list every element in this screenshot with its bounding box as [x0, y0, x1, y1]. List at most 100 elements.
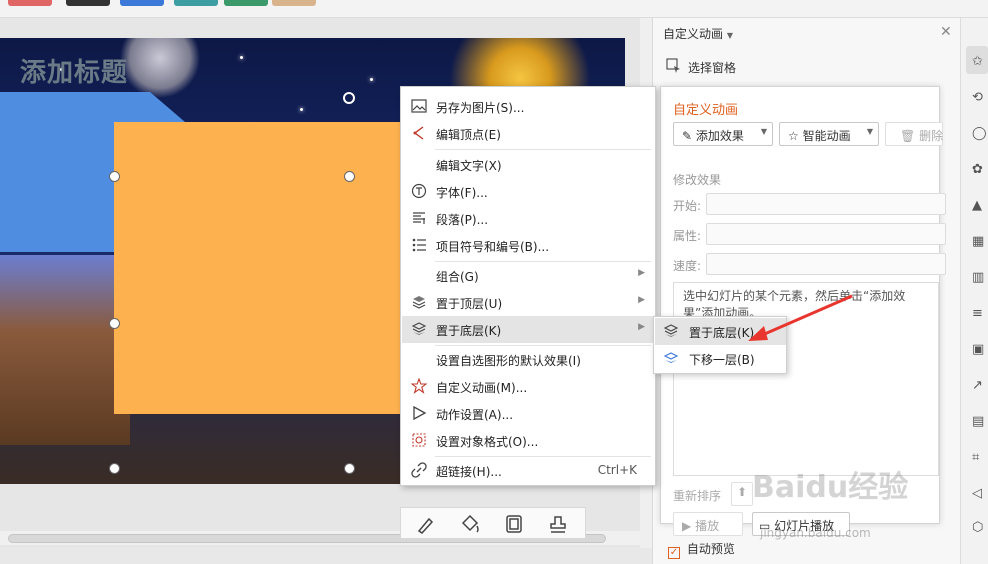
- menu-item-shortcut: Ctrl+K: [597, 463, 637, 477]
- shape-icon[interactable]: ◯: [972, 126, 988, 142]
- selection-pane-icon: [666, 58, 680, 73]
- document-icon[interactable]: ▤: [972, 414, 988, 430]
- format-object-icon: [412, 433, 426, 447]
- menu-item-label: 编辑文字(X): [436, 159, 502, 173]
- chevron-right-icon: ▶: [638, 322, 645, 332]
- move-up-button[interactable]: ⬆: [731, 482, 753, 506]
- panel-title: 自定义动画: [673, 103, 739, 118]
- animation-star-icon[interactable]: ✩: [972, 54, 988, 70]
- transition-icon[interactable]: ⟲: [972, 90, 988, 106]
- chart-icon[interactable]: ▥: [972, 270, 988, 286]
- speaker-icon[interactable]: ◁: [972, 486, 988, 502]
- task-pane-header-label: 自定义动画: [663, 27, 724, 41]
- color-swatch[interactable]: [174, 0, 218, 6]
- menu-item-paragraph[interactable]: 段落(P)...: [402, 205, 655, 232]
- close-icon[interactable]: ✕: [940, 24, 952, 40]
- slide-title-placeholder[interactable]: 添加标题: [20, 52, 128, 89]
- play-label: 播放: [695, 519, 720, 533]
- menu-item-save-as-image[interactable]: 另存为图片(S)...: [402, 93, 655, 120]
- menu-item-bullets-numbering[interactable]: 项目符号和编号(B)...: [402, 232, 655, 259]
- share-icon[interactable]: ↗: [972, 378, 988, 394]
- property-select[interactable]: [706, 223, 946, 245]
- bullets-icon: [412, 238, 426, 252]
- rotate-handle[interactable]: [343, 92, 355, 104]
- menu-item-label: 另存为图片(S)...: [436, 101, 525, 115]
- brush-icon[interactable]: [415, 513, 437, 535]
- color-swatch[interactable]: [66, 0, 110, 6]
- send-backward-icon: [663, 352, 679, 363]
- star-icon: ☆: [788, 129, 799, 143]
- menu-item-set-default-effect[interactable]: 设置自选图形的默认效果(I): [402, 346, 655, 373]
- grid-icon[interactable]: ▦: [972, 234, 988, 250]
- color-swatch[interactable]: [120, 0, 164, 6]
- start-label: 开始:: [673, 199, 702, 213]
- resize-handle[interactable]: [109, 318, 120, 329]
- menu-item-label: 置于底层(K): [436, 324, 502, 338]
- floating-shape-toolbar: [400, 507, 586, 539]
- auto-preview-label: 自动预览: [686, 542, 735, 556]
- color-swatch[interactable]: [8, 0, 52, 6]
- fill-icon[interactable]: ▲: [972, 198, 988, 214]
- style-icon[interactable]: ✿: [972, 162, 988, 178]
- edit-points-icon: [413, 126, 424, 140]
- speed-label: 速度:: [673, 259, 702, 273]
- menu-item-custom-animation[interactable]: 自定义动画(M)...: [402, 373, 655, 400]
- add-effect-label: 添加效果: [695, 129, 744, 143]
- menu-item-label: 编辑顶点(E): [436, 128, 501, 142]
- resize-handle[interactable]: [344, 171, 355, 182]
- menu-item-edit-points[interactable]: 编辑顶点(E): [402, 120, 655, 147]
- menu-item-font[interactable]: 字体(F)...: [402, 178, 655, 205]
- auto-preview-checkbox[interactable]: ✓ 自动预览: [668, 540, 735, 559]
- chevron-down-icon: ▼: [866, 127, 873, 136]
- selection-pane-label: 选择窗格: [688, 61, 737, 75]
- smart-animation-button[interactable]: ☆ 智能动画 ▼: [779, 122, 879, 146]
- menu-item-label: 组合(G): [436, 270, 479, 284]
- menu-item-label: 项目符号和编号(B)...: [436, 240, 550, 254]
- selection-pane-button[interactable]: 选择窗格: [666, 58, 736, 77]
- menu-item-label: 置于顶层(U): [436, 297, 503, 311]
- menu-item-group[interactable]: 组合(G) ▶: [402, 262, 655, 289]
- menu-item-bring-to-front[interactable]: 置于顶层(U) ▶: [402, 289, 655, 316]
- start-select[interactable]: [706, 193, 946, 215]
- menu-item-hyperlink[interactable]: 超链接(H)... Ctrl+K: [402, 457, 655, 484]
- speed-select[interactable]: [706, 253, 946, 275]
- modify-effect-heading: 修改效果: [673, 173, 722, 187]
- bring-to-front-icon: [412, 296, 426, 309]
- resize-handle[interactable]: [109, 463, 120, 474]
- color-swatch[interactable]: [272, 0, 316, 6]
- chevron-right-icon: ▶: [638, 295, 645, 305]
- play-button[interactable]: ▶ 播放: [673, 512, 743, 536]
- image-icon: [411, 99, 427, 113]
- shield-icon[interactable]: ⬡: [972, 520, 988, 536]
- outline-icon[interactable]: [503, 513, 525, 535]
- chevron-right-icon: ▶: [638, 268, 645, 278]
- play-icon: ▶: [682, 519, 692, 533]
- menu-item-label: 段落(P)...: [436, 213, 489, 227]
- menu-item-format-object[interactable]: 设置对象格式(O)...: [402, 427, 655, 454]
- send-to-back-icon: [411, 322, 427, 335]
- trash-icon: 🗑: [900, 129, 916, 143]
- menu-item-label: 自定义动画(M)...: [436, 381, 528, 395]
- menu-item-send-to-back[interactable]: 置于底层(K) ▶: [402, 316, 655, 343]
- smart-animation-label: 智能动画: [802, 129, 851, 143]
- menu-item-label: 设置对象格式(O)...: [436, 435, 539, 449]
- delete-button[interactable]: 🗑 删除: [885, 122, 943, 146]
- settings-icon[interactable]: ≡: [972, 306, 988, 322]
- menu-item-label: 字体(F)...: [436, 186, 488, 200]
- hyperlink-icon: [411, 462, 427, 478]
- menu-item-edit-text[interactable]: 编辑文字(X): [402, 151, 655, 178]
- crop-icon[interactable]: ⌗: [972, 450, 988, 466]
- image-icon[interactable]: ▣: [972, 342, 988, 358]
- resize-handle[interactable]: [344, 463, 355, 474]
- menu-item-label: 超链接(H)...: [436, 465, 502, 479]
- task-pane-header[interactable]: 自定义动画 ▼: [663, 25, 733, 42]
- add-effect-button[interactable]: ✎ 添加效果 ▼: [673, 122, 773, 146]
- orange-rectangle-shape[interactable]: [114, 122, 401, 414]
- resize-handle[interactable]: [109, 171, 120, 182]
- fill-bucket-icon[interactable]: [459, 513, 481, 535]
- stamp-icon[interactable]: [547, 513, 569, 535]
- property-label: 属性:: [673, 229, 702, 243]
- watermark-logo: Baidu经验: [752, 470, 909, 505]
- color-swatch[interactable]: [224, 0, 268, 6]
- menu-item-action-settings[interactable]: 动作设置(A)...: [402, 400, 655, 427]
